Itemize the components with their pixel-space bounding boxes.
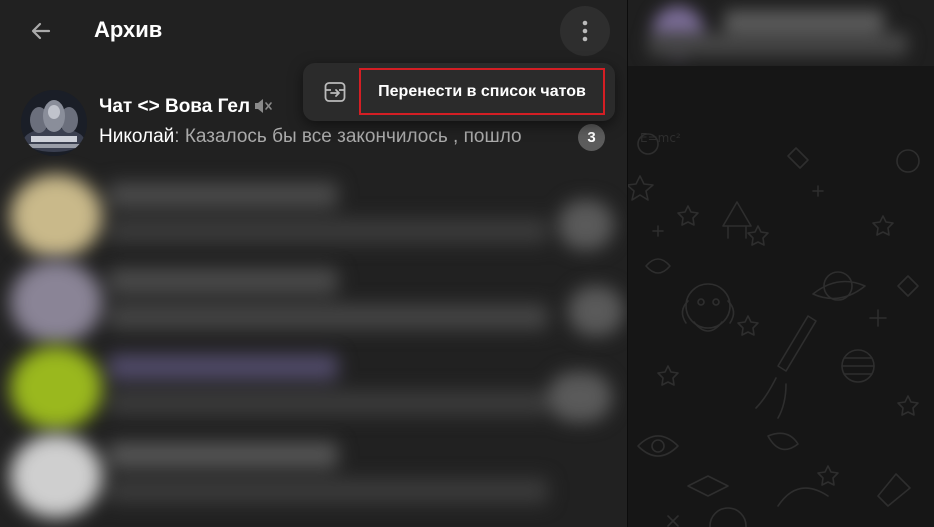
blurred-chat-status (648, 32, 908, 56)
blurred-preview (108, 218, 548, 244)
context-menu: Перенести в список чатов (303, 63, 615, 121)
blurred-avatar (10, 260, 102, 344)
blurred-chat-title (724, 10, 884, 32)
menu-item-highlight: Перенести в список чатов (359, 68, 605, 115)
blurred-chat-item[interactable] (0, 170, 627, 258)
blurred-title (108, 182, 338, 208)
sender-separator: : (174, 126, 185, 147)
blurred-avatar (10, 174, 102, 258)
back-button[interactable] (20, 10, 62, 52)
blurred-title (108, 354, 338, 380)
blurred-badge (558, 200, 614, 250)
chat-avatar (21, 90, 87, 156)
blurred-badge (548, 372, 612, 422)
blurred-badge (568, 286, 624, 336)
blurred-title (108, 442, 338, 468)
more-options-button[interactable] (560, 6, 610, 56)
move-to-chat-list-menu-item[interactable]: Перенести в список чатов (303, 63, 615, 121)
svg-text:E=mc²: E=mc² (640, 131, 681, 145)
vertical-dots-icon (582, 20, 588, 42)
page-title: Архив (94, 17, 163, 42)
archive-header: Архив (0, 0, 627, 62)
blurred-avatar (10, 434, 102, 518)
blurred-chat-item[interactable] (0, 256, 627, 344)
blurred-chat-item[interactable] (0, 430, 627, 518)
blurred-chat-item[interactable] (0, 342, 627, 430)
arrow-left-icon (31, 22, 51, 40)
unread-count-badge: 3 (578, 124, 605, 151)
blurred-preview (108, 304, 548, 330)
chat-title: Чат <> Вова Гел (99, 96, 251, 117)
chat-list-panel: Архив Чат <> Вова Гел Николай: Казалось … (0, 0, 627, 527)
chat-background-pattern: E=mc² (628, 66, 934, 527)
menu-item-label: Перенести в список чатов (378, 82, 586, 100)
muted-icon (253, 97, 273, 120)
blurred-avatar (10, 346, 102, 430)
unarchive-icon (323, 80, 347, 109)
blurred-preview (108, 478, 548, 504)
chat-view-header[interactable] (628, 0, 934, 66)
message-text: Казалось бы все закончилось , пошло (184, 126, 522, 147)
blurred-title (108, 268, 338, 294)
chat-last-message: Николай: Казалось бы все закончилось , п… (99, 126, 559, 148)
blurred-preview (108, 390, 548, 416)
message-sender: Николай (99, 126, 175, 147)
chat-view-panel: E=mc² (628, 0, 934, 527)
